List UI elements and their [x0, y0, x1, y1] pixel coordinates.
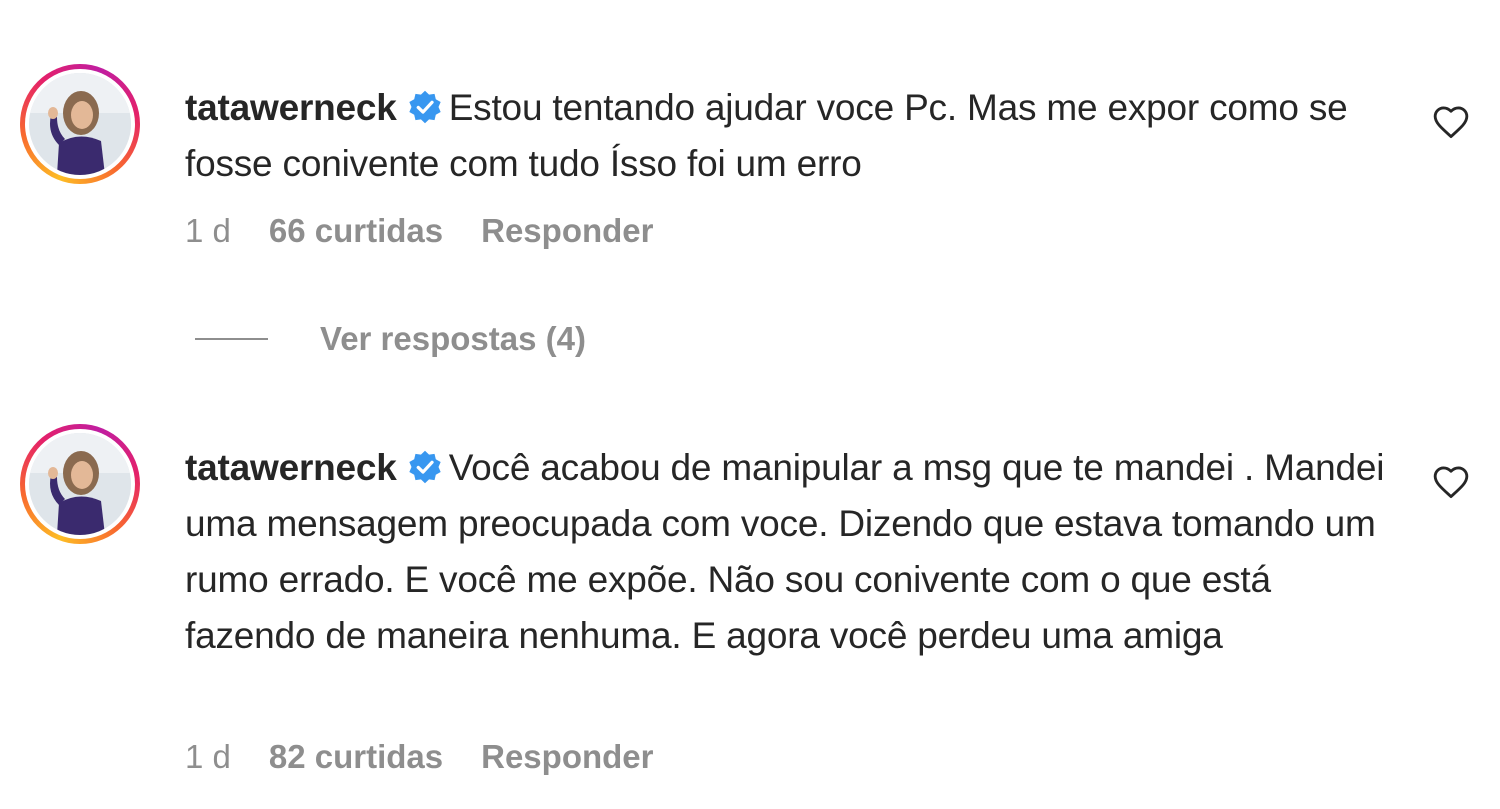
username-link[interactable]: tatawerneck [185, 447, 397, 488]
comment-body: tatawerneck Estou tentando ajudar voce Pc… [185, 80, 1385, 192]
heart-outline-icon[interactable] [1432, 104, 1470, 142]
view-replies-label: Ver respostas (4) [320, 320, 586, 357]
comment-time[interactable]: 1 d [185, 738, 231, 776]
verified-badge-icon [409, 450, 441, 484]
reply-button[interactable]: Responder [481, 212, 653, 250]
comment-meta: 1 d 66 curtidas Responder [185, 212, 692, 250]
likes-count[interactable]: 82 curtidas [269, 738, 443, 776]
verified-badge-icon [409, 90, 441, 124]
replies-divider-line [195, 338, 268, 340]
avatar[interactable] [20, 64, 140, 184]
comment-body: tatawerneck Você acabou de manipular a ms… [185, 440, 1385, 664]
avatar-border [25, 69, 135, 179]
avatar-border [25, 429, 135, 539]
comment-time[interactable]: 1 d [185, 212, 231, 250]
likes-count[interactable]: 66 curtidas [269, 212, 443, 250]
reply-button[interactable]: Responder [481, 738, 653, 776]
comment-meta: 1 d 82 curtidas Responder [185, 738, 692, 776]
username-link[interactable]: tatawerneck [185, 87, 397, 128]
avatar-photo [29, 433, 131, 535]
avatar-photo [29, 73, 131, 175]
view-replies-button[interactable]: Ver respostas (4) [195, 320, 586, 358]
heart-outline-icon[interactable] [1432, 464, 1470, 502]
avatar[interactable] [20, 424, 140, 544]
